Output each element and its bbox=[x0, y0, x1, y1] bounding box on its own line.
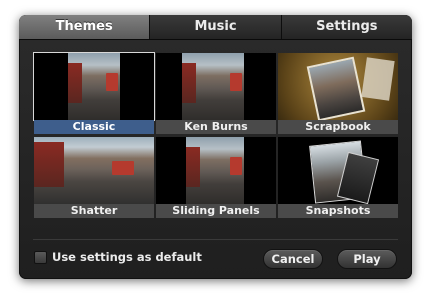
theme-thumbnail bbox=[34, 137, 154, 204]
tab-settings[interactable]: Settings bbox=[281, 15, 412, 39]
theme-label: Classic bbox=[34, 120, 154, 134]
scrapbook-paper bbox=[361, 57, 395, 101]
default-settings-checkbox[interactable] bbox=[34, 251, 47, 264]
theme-thumbnail bbox=[278, 137, 398, 204]
street-photo bbox=[34, 137, 154, 204]
theme-sliding-panels[interactable]: Sliding Panels bbox=[156, 137, 276, 220]
theme-label: Sliding Panels bbox=[156, 204, 276, 218]
theme-label: Scrapbook bbox=[278, 120, 398, 134]
divider bbox=[33, 239, 398, 240]
theme-thumbnail bbox=[156, 137, 276, 204]
theme-label: Ken Burns bbox=[156, 120, 276, 134]
street-photo bbox=[186, 137, 244, 204]
scrapbook-background bbox=[278, 53, 398, 120]
theme-grid: Classic Ken Burns Scrapbook Shatter Slid… bbox=[33, 52, 398, 237]
theme-scrapbook[interactable]: Scrapbook bbox=[278, 53, 398, 136]
default-settings-label: Use settings as default bbox=[52, 250, 202, 264]
theme-label: Shatter bbox=[34, 204, 154, 218]
theme-thumbnail bbox=[278, 53, 398, 120]
tab-themes[interactable]: Themes bbox=[19, 15, 151, 39]
scrapbook-photo bbox=[306, 56, 366, 120]
cancel-button[interactable]: Cancel bbox=[263, 249, 323, 269]
tab-music[interactable]: Music bbox=[150, 15, 282, 39]
street-photo bbox=[182, 53, 244, 120]
slideshow-options-panel: Themes Music Settings Classic Ken Burns bbox=[19, 15, 412, 279]
theme-ken-burns[interactable]: Ken Burns bbox=[156, 53, 276, 136]
theme-shatter[interactable]: Shatter bbox=[34, 137, 154, 220]
play-button[interactable]: Play bbox=[337, 249, 397, 269]
theme-snapshots[interactable]: Snapshots bbox=[278, 137, 398, 220]
street-photo bbox=[68, 53, 120, 120]
tab-bar: Themes Music Settings bbox=[19, 15, 412, 40]
theme-label: Snapshots bbox=[278, 204, 398, 218]
theme-thumbnail bbox=[33, 52, 155, 121]
theme-thumbnail bbox=[156, 53, 276, 120]
theme-classic[interactable]: Classic bbox=[33, 52, 155, 136]
